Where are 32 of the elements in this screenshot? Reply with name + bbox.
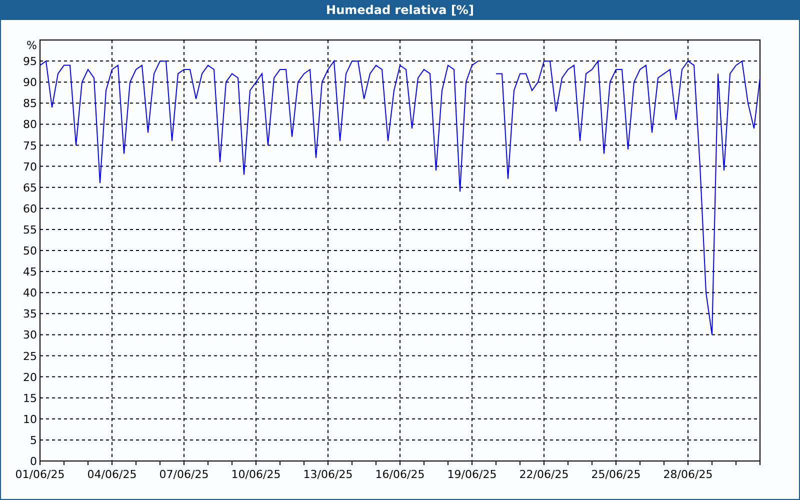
y-tick-label: 85 — [23, 97, 37, 110]
y-tick-label: 75 — [23, 139, 37, 152]
y-tick-label: 10 — [23, 412, 37, 426]
x-tick-label: 13/06/25 — [303, 468, 353, 481]
y-tick-label: 60 — [23, 202, 37, 216]
y-tick-label: 70 — [23, 160, 37, 174]
x-tick-label: 07/06/25 — [159, 468, 209, 481]
y-tick-label: 55 — [23, 223, 37, 236]
y-tick-label: 30 — [23, 328, 37, 342]
y-tick-label: 90 — [23, 76, 37, 90]
y-axis-label: % — [26, 39, 37, 52]
x-tick-label: 04/06/25 — [87, 468, 137, 481]
y-tick-label: 65 — [23, 181, 37, 194]
y-tick-label: 5 — [30, 434, 37, 447]
x-tick-label: 16/06/25 — [375, 468, 425, 481]
y-tick-label: 95 — [23, 55, 37, 68]
y-tick-label: 0 — [30, 455, 37, 468]
y-tick-label: 25 — [23, 350, 37, 363]
x-tick-label: 01/06/25 — [15, 468, 65, 481]
x-tick-label: 28/06/25 — [663, 468, 713, 481]
x-tick-label: 19/06/25 — [447, 468, 497, 481]
x-tick-label: 10/06/25 — [231, 468, 281, 481]
y-tick-label: 45 — [23, 266, 37, 279]
y-tick-label: 20 — [23, 370, 37, 384]
x-tick-label: 22/06/25 — [519, 468, 569, 481]
y-tick-label: 40 — [23, 286, 37, 300]
y-tick-label: 50 — [23, 244, 37, 258]
y-tick-label: 35 — [23, 308, 37, 321]
y-tick-label: 80 — [23, 118, 37, 132]
y-tick-label: 15 — [23, 392, 37, 405]
window-title: Humedad relativa [%] — [325, 2, 475, 19]
x-tick-label: 25/06/25 — [591, 468, 641, 481]
